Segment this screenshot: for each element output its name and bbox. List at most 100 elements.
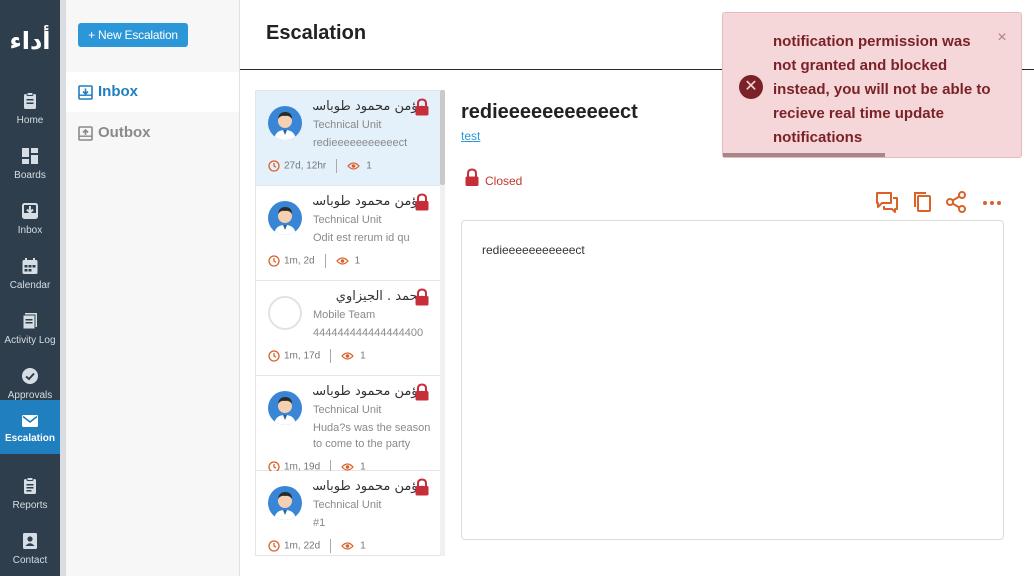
more-options-icon[interactable] [980,190,1004,214]
eye-icon [335,257,349,265]
sender-name: مؤمن محمود طوباسي [313,99,425,114]
list-scrollbar-thumb[interactable] [440,90,445,185]
calendar-icon [22,258,38,274]
list-item[interactable]: مؤمن محمود طوباسي Technical Unit Odit es… [256,186,442,281]
nav-item-label: Boards [14,170,46,181]
nav-rail: أداء Home Boards Inbox Calendar Activity… [0,0,60,576]
subnav-item-outbox[interactable]: Outbox [66,113,239,153]
nav-item-label: Contact [12,555,48,566]
item-age: 27d, 12hr [284,160,327,172]
escalation-body: redieeeeeeeeeeect [461,220,1004,540]
escalation-summary: #1 [313,517,326,529]
item-meta: 1m, 2d 1 [268,254,360,268]
nav-item-label: Activity Log [4,335,56,346]
contact-card-icon [23,533,37,549]
avatar [268,201,302,235]
nav-item-home[interactable]: Home [0,81,60,136]
view-count: 1 [360,350,366,362]
item-age: 1m, 17d [284,350,321,362]
envelope-icon [22,415,38,427]
nav-item-calendar[interactable]: Calendar [0,246,60,301]
avatar [268,296,302,330]
inbox-icon [22,203,38,219]
error-toast: ✕ notification permission was not grante… [722,12,1022,158]
clock-icon [268,540,280,552]
nav-item-label: Inbox [17,225,43,236]
avatar [268,486,302,520]
activity-log-icon [22,313,37,330]
sender-unit: Technical Unit [313,214,382,226]
nav-item-contact[interactable]: Contact [0,521,60,576]
item-age: 1m, 22d [284,540,321,552]
check-circle-icon [22,368,38,384]
sender-unit: Technical Unit [313,119,382,131]
item-meta: 1m, 22d 1 [268,539,366,553]
view-count: 1 [360,540,366,552]
sender-name: مؤمن محمود طوباسي [313,384,425,399]
lock-icon [415,193,429,211]
lock-icon [415,478,429,496]
close-icon[interactable]: × [995,30,1009,46]
list-item[interactable]: مؤمن محمود طوباسي Technical Unit #1 1m, … [256,471,442,555]
clock-icon [268,350,280,362]
clock-icon [268,255,280,267]
escalation-tag-link[interactable]: test [461,129,480,143]
subnav-item-label: Inbox [98,83,138,100]
share-icon[interactable] [944,190,968,214]
escalation-body-text: redieeeeeeeeeeect [482,243,585,257]
nav-item-label: Escalation [4,433,56,444]
subnav-item-label: Outbox [98,124,151,141]
sender-unit: Mobile Team [313,309,376,321]
escalation-summary: 444444444444444400 [313,327,424,339]
status-label: Closed [485,174,523,188]
nav-item-inbox[interactable]: Inbox [0,191,60,246]
list-item[interactable]: مؤمن محمود طوباسي Technical Unit Huda?s … [256,376,442,474]
view-count: 1 [366,160,372,172]
view-count: 1 [354,255,361,267]
toast-message: notification permission was not granted … [773,33,991,146]
sender-name: محمد . الجيزاوي [335,289,425,304]
nav-item-escalation[interactable]: Escalation [0,400,60,454]
report-icon [24,477,36,494]
nav-item-activity-log[interactable]: Activity Log [0,301,60,356]
escalation-summary: Odit est rerum id qu [313,232,410,244]
app-logo[interactable]: أداء [0,26,60,56]
eye-icon [341,542,354,550]
lock-icon [415,288,429,306]
nav-item-label: Reports [12,500,48,511]
avatar [268,106,302,140]
sender-unit: Technical Unit [313,499,382,511]
grid-icon [22,148,38,164]
copy-icon[interactable] [911,190,935,214]
outbox-icon [78,126,93,141]
list-item[interactable]: محمد . الجيزاوي Mobile Team 444444444444… [256,281,442,376]
clipboard-icon [24,92,36,109]
page-title: Escalation [266,22,367,44]
sender-name: مؤمن محمود طوباسي [313,194,425,209]
lock-icon [415,383,429,401]
nav-item-boards[interactable]: Boards [0,136,60,191]
comments-icon[interactable] [875,190,899,214]
new-escalation-button[interactable]: + New Escalation [78,23,188,47]
eye-icon [341,352,354,360]
error-icon: ✕ [739,75,763,99]
nav-item-label: Calendar [9,280,51,291]
lock-icon [415,98,429,116]
clock-icon [268,160,280,172]
lock-icon [465,168,479,186]
escalation-summary: Huda?s was the season to come to the par… [313,422,431,450]
escalation-list: مؤمن محمود طوباسي Technical Unit redieee… [255,90,445,556]
escalation-summary: redieeeeeeeeeeect [313,137,408,149]
item-age: 1m, 2d [284,255,315,267]
escalation-title: redieeeeeeeeeeect [461,101,638,123]
nav-item-label: Home [16,115,44,126]
avatar [268,391,302,425]
inbox-icon [78,85,93,100]
nav-item-reports[interactable]: Reports [0,466,60,521]
subnav-item-inbox[interactable]: Inbox [66,72,239,112]
item-meta: 27d, 12hr 1 [268,159,372,173]
list-item[interactable]: مؤمن محمود طوباسي Technical Unit redieee… [256,91,442,186]
escalation-subnav: + New Escalation Inbox Outbox [66,0,240,576]
eye-icon [347,162,361,170]
sender-unit: Technical Unit [313,404,382,416]
